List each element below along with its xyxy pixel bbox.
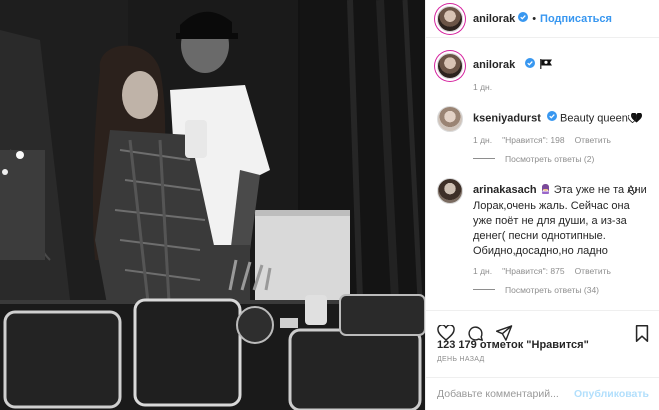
comment-likes[interactable]: "Нравится": 875 bbox=[502, 266, 564, 276]
verified-badge-icon bbox=[518, 12, 529, 25]
caption-author-avatar[interactable] bbox=[437, 53, 463, 79]
likes-count[interactable]: 123 179 отметок "Нравится" bbox=[437, 339, 589, 351]
separator-dot: • bbox=[532, 12, 537, 25]
post-time[interactable]: День назад bbox=[437, 356, 485, 363]
commenter-avatar[interactable] bbox=[437, 106, 463, 133]
view-replies-label: Посмотреть ответы (34) bbox=[505, 284, 599, 295]
comments-list[interactable]: anilorak 1 дн. kseniyadurst Beauty queen… bbox=[426, 39, 659, 309]
replies-divider bbox=[473, 289, 495, 291]
caption: anilorak 1 дн. bbox=[437, 53, 649, 92]
post-side-panel: anilorak • Подписаться anilorak 1 дн. ks… bbox=[425, 0, 659, 410]
commenter-username[interactable]: arinakasach bbox=[473, 184, 537, 196]
comment-likes[interactable]: "Нравится": 198 bbox=[502, 135, 564, 145]
author-avatar[interactable] bbox=[437, 5, 463, 32]
view-replies-label: Посмотреть ответы (2) bbox=[505, 153, 595, 164]
caption-author-username[interactable]: anilorak bbox=[473, 59, 515, 71]
pirate-flag-emoji bbox=[540, 59, 553, 74]
verified-badge-icon bbox=[546, 111, 557, 126]
likes-number: 123 179 bbox=[437, 339, 477, 351]
reply-button[interactable]: Ответить bbox=[575, 266, 611, 276]
view-replies-button[interactable]: Посмотреть ответы (2) bbox=[473, 154, 649, 164]
post-header: anilorak • Подписаться bbox=[426, 0, 659, 38]
commenter-avatar[interactable] bbox=[437, 177, 463, 204]
author-username[interactable]: anilorak bbox=[473, 13, 515, 25]
comment-time[interactable]: 1 дн. bbox=[473, 135, 492, 145]
likes-label: отметок "Нравится" bbox=[479, 339, 589, 351]
publish-button[interactable]: Опубликовать bbox=[574, 388, 649, 400]
caption-time[interactable]: 1 дн. bbox=[473, 82, 492, 92]
bookmark-icon[interactable] bbox=[635, 324, 649, 345]
commenter-username[interactable]: kseniyadurst bbox=[473, 113, 541, 125]
comment-item: arinakasach Эта уже не та Ани Лорак,очен… bbox=[437, 177, 649, 295]
woman-emoji bbox=[540, 183, 551, 199]
verified-badge-icon bbox=[525, 58, 536, 73]
follow-button[interactable]: Подписаться bbox=[540, 13, 612, 25]
comment-like-heart-icon[interactable] bbox=[627, 114, 638, 126]
view-replies-button[interactable]: Посмотреть ответы (34) bbox=[473, 285, 649, 295]
comment-input[interactable] bbox=[437, 388, 575, 400]
photo-illustration bbox=[0, 0, 425, 410]
add-comment-form: Опубликовать bbox=[426, 377, 659, 410]
replies-divider bbox=[473, 158, 495, 160]
comment-item: kseniyadurst Beauty queen 1 дн. "Нравитс… bbox=[437, 106, 649, 164]
reply-button[interactable]: Ответить bbox=[575, 135, 611, 145]
comment-like-heart-icon[interactable] bbox=[627, 186, 638, 198]
comment-time[interactable]: 1 дн. bbox=[473, 266, 492, 276]
comment-text: Beauty queen bbox=[560, 112, 628, 125]
post-photo[interactable] bbox=[0, 0, 425, 410]
